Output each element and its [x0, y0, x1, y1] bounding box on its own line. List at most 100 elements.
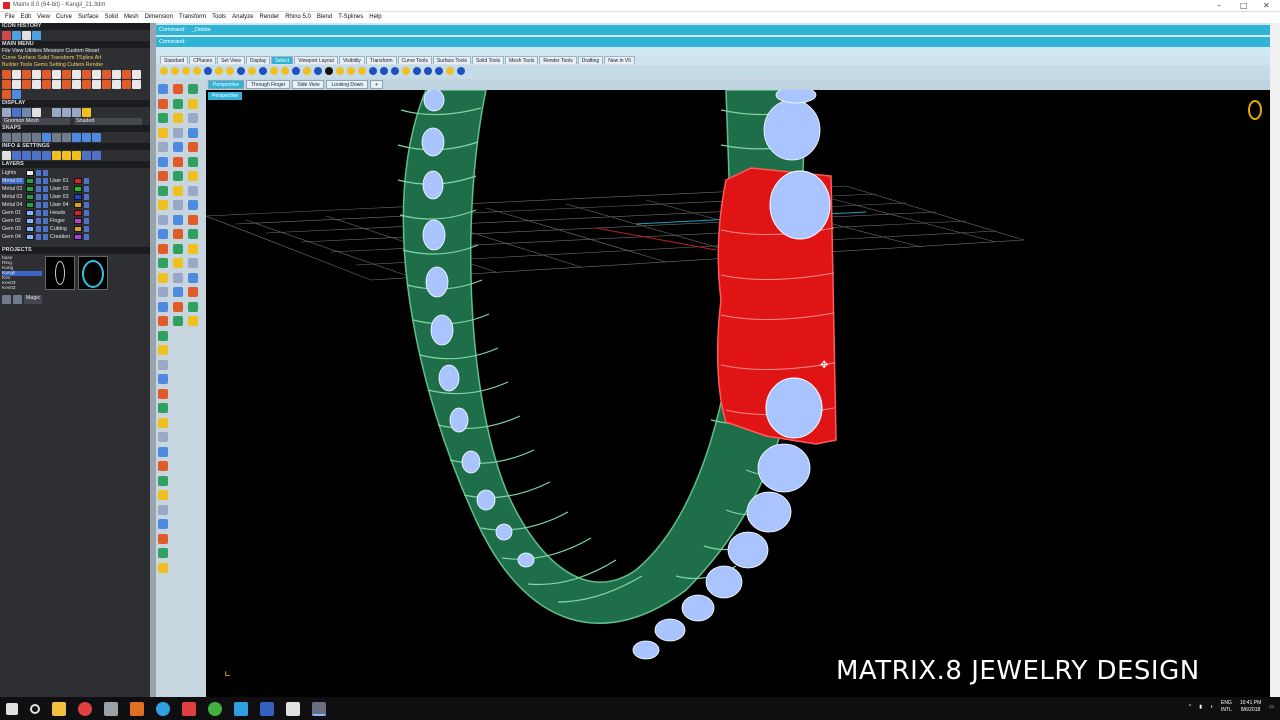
close-button[interactable]: ✕: [1263, 1, 1270, 10]
display-mode-icon[interactable]: [82, 108, 91, 117]
layer-color-swatch[interactable]: [26, 210, 34, 216]
tool-icon[interactable]: [102, 70, 111, 79]
vertical-tool-icon[interactable]: [188, 84, 198, 94]
info-icon[interactable]: [92, 151, 101, 160]
select-tool-icon[interactable]: [435, 67, 443, 75]
display-mode-icon[interactable]: [62, 108, 71, 117]
vertical-tool-icon[interactable]: [188, 229, 198, 239]
info-icon[interactable]: [72, 151, 81, 160]
vertical-tool-icon[interactable]: [158, 185, 168, 196]
snap-icon[interactable]: [42, 133, 51, 142]
project-thumbnail[interactable]: [78, 256, 108, 290]
tab-visibility[interactable]: Visibility: [338, 56, 365, 64]
vertical-tool-icon[interactable]: [158, 446, 168, 457]
vertical-tool-icon[interactable]: [158, 127, 168, 138]
tool-icon[interactable]: [132, 70, 141, 79]
vertical-tool-icon[interactable]: [158, 142, 168, 152]
app-taskbar-icon[interactable]: [130, 701, 144, 716]
vertical-tool-icon[interactable]: [158, 504, 168, 515]
vertical-tool-icon[interactable]: [188, 200, 198, 210]
menu-tsplines[interactable]: T-Splines: [335, 12, 366, 23]
layer-row[interactable]: Gem 04 Creation: [0, 233, 150, 241]
app-taskbar-icon[interactable]: [104, 701, 118, 716]
layer-color-swatch[interactable]: [74, 226, 82, 232]
vertical-tool-icon[interactable]: [158, 533, 168, 544]
vertical-tool-icon[interactable]: [188, 156, 198, 167]
vertical-tool-icon[interactable]: [158, 287, 168, 297]
snap-icon[interactable]: [62, 133, 71, 142]
vertical-tool-icon[interactable]: [158, 432, 168, 442]
layer-color-swatch[interactable]: [26, 194, 34, 200]
tool-icon[interactable]: [2, 90, 11, 99]
display-mode-icon[interactable]: [42, 108, 51, 117]
layer-row[interactable]: Gem 03 Cutting: [0, 225, 150, 233]
tool-icon[interactable]: [62, 70, 71, 79]
layer-color-swatch[interactable]: [26, 226, 34, 232]
info-icon[interactable]: [22, 151, 31, 160]
file-explorer-icon[interactable]: [52, 701, 66, 716]
vertical-tool-icon[interactable]: [158, 243, 168, 254]
select-tool-icon[interactable]: [171, 67, 179, 75]
vertical-tool-icon[interactable]: [158, 562, 168, 573]
layer-color-swatch[interactable]: [26, 234, 34, 240]
snap-icon[interactable]: [82, 133, 91, 142]
vertical-tool-icon[interactable]: [173, 229, 183, 239]
ring-gizmo-icon[interactable]: [1248, 100, 1262, 120]
tab-render-tools[interactable]: Render Tools: [539, 56, 577, 64]
select-tool-icon[interactable]: [226, 67, 234, 75]
vertical-tool-icon[interactable]: [173, 272, 183, 283]
app-taskbar-icon[interactable]: [234, 701, 248, 716]
vertical-tool-icon[interactable]: [158, 272, 168, 283]
vertical-tool-icon[interactable]: [173, 243, 183, 254]
main-menu-row[interactable]: Curve Surface Solid Transform TSplins Ar…: [0, 55, 150, 62]
display-mode-select[interactable]: Gnomon Mesh: [2, 118, 70, 125]
viewport-tab-looking-down[interactable]: Looking Down: [326, 80, 369, 89]
tool-icon[interactable]: [72, 70, 81, 79]
vertical-tool-icon[interactable]: [188, 243, 198, 254]
select-tool-icon[interactable]: [215, 67, 223, 75]
vertical-tool-icon[interactable]: [173, 287, 183, 297]
vertical-tool-icon[interactable]: [188, 272, 198, 283]
perspective-viewport[interactable]: ✥ Perspective ⌞ MATRIX.8 JEWELRY DESIGN: [206, 90, 1280, 697]
select-tool-icon[interactable]: [391, 67, 399, 75]
select-tool-icon[interactable]: [314, 67, 322, 75]
tool-icon[interactable]: [82, 70, 91, 79]
tool-icon[interactable]: [42, 80, 51, 89]
tool-icon[interactable]: [2, 70, 11, 79]
tool-icon[interactable]: [22, 80, 31, 89]
vertical-tool-icon[interactable]: [173, 127, 183, 138]
menu-solid[interactable]: Solid: [102, 12, 121, 23]
app-taskbar-icon[interactable]: [182, 701, 196, 716]
project-thumbnail[interactable]: [45, 256, 75, 290]
history-tool-icon[interactable]: [22, 31, 31, 40]
tab-display[interactable]: Display: [245, 56, 271, 64]
select-tool-icon[interactable]: [270, 67, 278, 75]
vertical-tool-icon[interactable]: [158, 461, 168, 471]
minimize-button[interactable]: –: [1217, 1, 1221, 10]
layer-row[interactable]: Lights: [0, 169, 150, 177]
tab-solid-tools[interactable]: Solid Tools: [472, 56, 505, 64]
tray-chevron-icon[interactable]: ^: [1189, 704, 1191, 710]
select-tool-icon[interactable]: [182, 67, 190, 75]
select-tool-icon[interactable]: [424, 67, 432, 75]
vertical-tool-icon[interactable]: [188, 316, 198, 326]
snap-icon[interactable]: [22, 133, 31, 142]
viewport-tab-side-view[interactable]: Side View: [292, 80, 325, 89]
menu-help[interactable]: Help: [366, 12, 384, 23]
tool-icon[interactable]: [72, 80, 81, 89]
maximize-button[interactable]: □: [1240, 1, 1248, 10]
tab-mesh-tools[interactable]: Mesh Tools: [505, 56, 539, 64]
snap-icon[interactable]: [52, 133, 61, 142]
display-mode-icon[interactable]: [22, 108, 31, 117]
layer-row[interactable]: Metal 04 User 04: [0, 201, 150, 209]
select-tool-icon[interactable]: [347, 67, 355, 75]
select-tool-icon[interactable]: [457, 67, 465, 75]
menu-blend[interactable]: Blend: [314, 12, 335, 23]
vertical-tool-icon[interactable]: [173, 98, 183, 109]
info-icon[interactable]: [82, 151, 91, 160]
vertical-tool-icon[interactable]: [158, 403, 168, 413]
volume-icon[interactable]: ◖: [1210, 704, 1213, 710]
notifications-icon[interactable]: ▭: [1269, 704, 1274, 710]
tool-icon[interactable]: [92, 80, 101, 89]
vertical-tool-icon[interactable]: [158, 490, 168, 500]
